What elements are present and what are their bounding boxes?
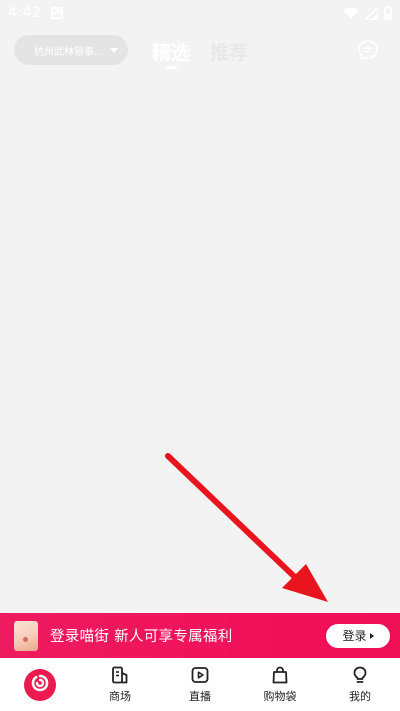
home-logo-icon [24,668,56,701]
battery-icon [384,6,392,20]
location-selector[interactable]: 杭州武林银泰... [14,35,128,65]
nav-label-shopping-bag: 购物袋 [263,690,297,703]
login-banner[interactable]: 登录喵街 新人可享专属福利 登录 [0,613,400,658]
nav-item-live[interactable]: 直播 [160,658,240,711]
shopping-bag-icon [272,666,288,684]
tab-recommend[interactable]: 推荐 [210,38,248,65]
nav-label-mall: 商场 [109,690,131,703]
profile-icon [353,666,367,683]
caret-down-icon [109,47,118,53]
status-time: 4:42 [8,5,42,21]
gift-thumbnail [14,620,38,651]
nav-item-home[interactable] [0,658,80,711]
status-bar: 4:42 [0,0,400,26]
tab-featured[interactable]: 精选 [152,38,190,65]
login-button[interactable]: 登录 [326,623,390,648]
mall-icon [112,666,128,684]
annotation-arrow [165,453,328,602]
login-button-label: 登录 [342,629,367,643]
nav-item-profile[interactable]: 我的 [320,658,400,711]
status-icons [343,6,392,20]
tab-active-indicator [165,66,177,69]
nav-item-shopping-bag[interactable]: 购物袋 [240,658,320,711]
top-header: 杭州武林银泰... 精选 推荐 [0,26,400,76]
login-banner-text: 登录喵街 新人可享专属福利 [50,629,233,645]
chat-bubble-icon[interactable] [356,38,380,62]
location-label: 杭州武林银泰... [34,46,104,58]
nav-label-live: 直播 [189,690,211,703]
notification-icon [51,7,64,19]
chevron-right-icon [369,632,374,639]
nav-item-mall[interactable]: 商场 [80,658,160,711]
signal-icon [365,6,378,20]
nav-label-profile: 我的 [349,690,371,703]
live-icon [191,667,209,683]
wifi-icon [343,7,359,19]
bottom-nav: 商场 直播 购物袋 我的 [0,658,400,711]
